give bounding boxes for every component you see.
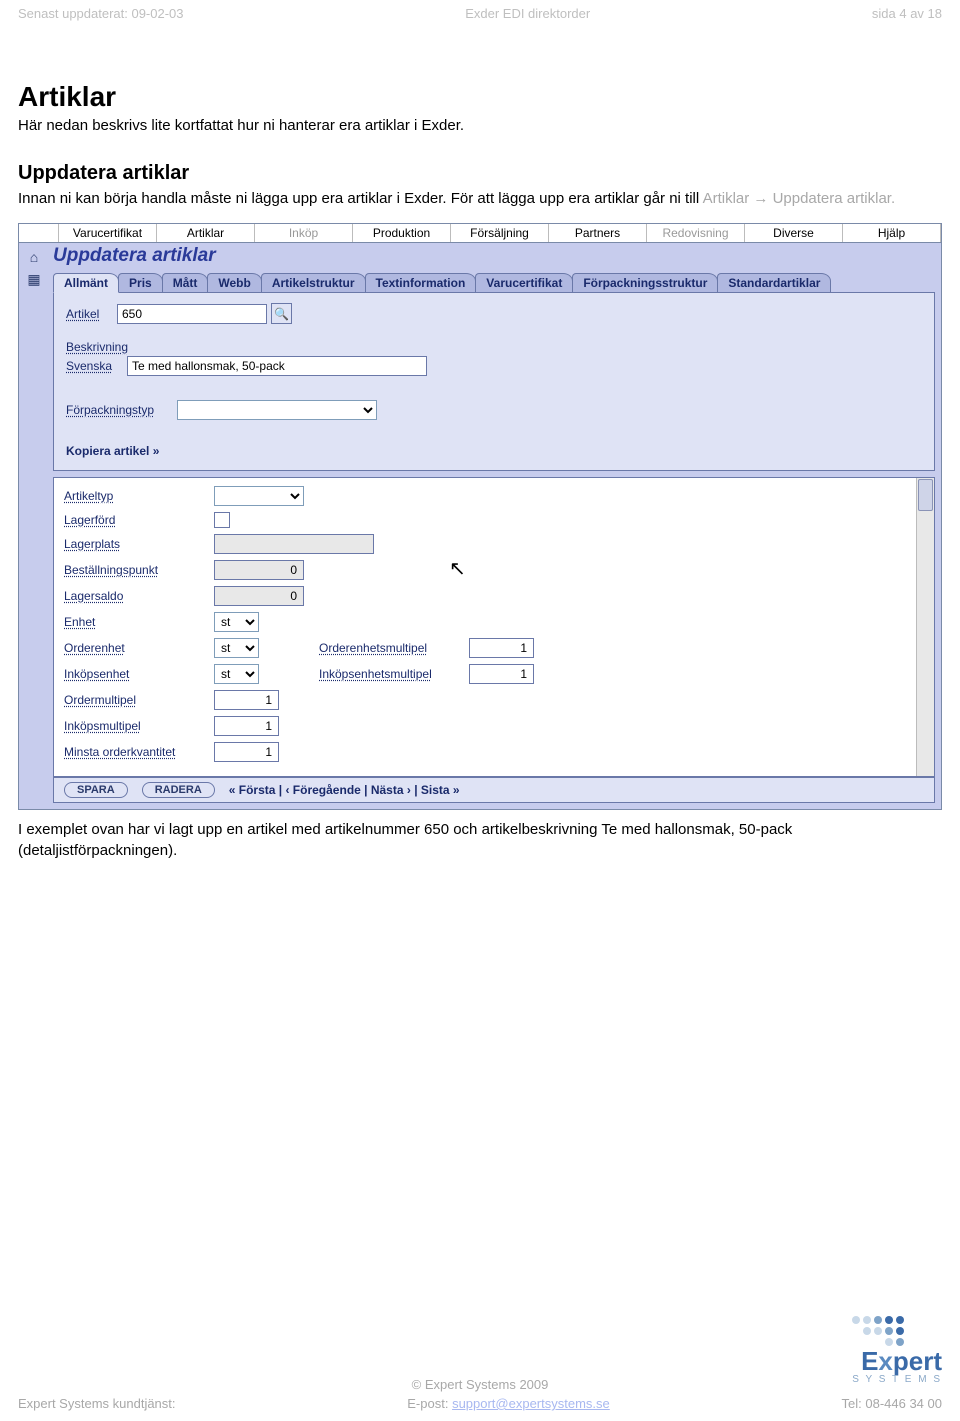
menu-hjalp[interactable]: Hjälp — [842, 224, 941, 242]
bottombar: SPARA RADERA « Första | ‹ Föregående | N… — [53, 777, 935, 803]
app-screenshot: Varucertifikat Artiklar Inköp Produktion… — [18, 223, 942, 810]
left-iconbar: ⌂ ▦ — [19, 243, 49, 809]
tab-webb[interactable]: Webb — [207, 273, 261, 293]
row-svenska: Svenska — [66, 356, 922, 376]
tab-artikelstruktur[interactable]: Artikelstruktur — [261, 273, 366, 293]
footer-center: E-post: support@expertsystems.se — [407, 1396, 610, 1411]
row-artikel: Artikel 🔍 — [66, 303, 922, 324]
header-center: Exder EDI direktorder — [465, 6, 590, 21]
lagerford-checkbox[interactable] — [214, 512, 230, 528]
expert-logo: Expert S Y S T E M S — [852, 1316, 942, 1385]
scrollbar[interactable] — [916, 478, 934, 776]
artikel-search-icon[interactable]: 🔍 — [271, 303, 292, 324]
footer-center-prefix: E-post: — [407, 1396, 452, 1411]
menu-artiklar[interactable]: Artiklar — [156, 224, 255, 242]
subpanel-fields: Artikeltyp Lagerförd Lagerplats Beställn… — [53, 477, 935, 777]
menu-redovisning: Redovisning — [646, 224, 745, 242]
logo-dots-icon — [852, 1316, 942, 1346]
orderenhetsmultipel-label: Orderenhetsmultipel — [319, 641, 469, 655]
footer-right: Tel: 08-446 34 00 — [842, 1396, 942, 1411]
tab-allmant[interactable]: Allmänt — [53, 273, 119, 293]
scrollbar-thumb[interactable] — [918, 479, 933, 511]
footer-left: Expert Systems kundtjänst: — [18, 1396, 176, 1411]
inkopsenhetsmultipel-field[interactable]: 1 — [469, 664, 534, 684]
enhet-label: Enhet — [64, 615, 214, 629]
menubar: Varucertifikat Artiklar Inköp Produktion… — [19, 224, 941, 243]
lagerplats-label: Lagerplats — [64, 537, 214, 551]
artikeltyp-select[interactable] — [214, 486, 304, 506]
tab-forpackningsstruktur[interactable]: Förpackningsstruktur — [572, 273, 718, 293]
tab-standardartiklar[interactable]: Standardartiklar — [717, 273, 831, 293]
menu-diverse[interactable]: Diverse — [744, 224, 843, 242]
menu-varucertifikat[interactable]: Varucertifikat — [58, 224, 157, 242]
artikeltyp-label: Artikeltyp — [64, 489, 214, 503]
footer: © Expert Systems 2009 Expert Systems kun… — [0, 1377, 960, 1415]
inkopsenhetsmultipel-label: Inköpsenhetsmultipel — [319, 667, 469, 681]
page-title: Artiklar — [18, 81, 942, 113]
radera-button[interactable]: RADERA — [142, 782, 215, 798]
forpackningstyp-select[interactable] — [177, 400, 377, 420]
pager[interactable]: « Första | ‹ Föregående | Nästa › | Sist… — [229, 783, 460, 797]
orderenhetsmultipel-field[interactable]: 1 — [469, 638, 534, 658]
tab-matt[interactable]: Mått — [162, 273, 209, 293]
svenska-input[interactable] — [127, 356, 427, 376]
menu-inkop: Inköp — [254, 224, 353, 242]
orderenhet-label: Orderenhet — [64, 641, 214, 655]
tab-varucertifikat[interactable]: Varucertifikat — [475, 273, 573, 293]
section-text-path: Artiklar → Uppdatera artiklar. — [703, 190, 896, 207]
lagersaldo-label: Lagersaldo — [64, 589, 214, 603]
row-forpackningstyp: Förpackningstyp — [66, 400, 922, 420]
app-body: ⌂ ▦ Uppdatera artiklar Allmänt Pris Mått… — [19, 243, 941, 809]
main-panel: Uppdatera artiklar Allmänt Pris Mått Web… — [49, 243, 941, 809]
cursor-icon: ↖ — [449, 556, 466, 581]
ordermultipel-field[interactable]: 1 — [214, 690, 279, 710]
spara-button[interactable]: SPARA — [64, 782, 128, 798]
bestallningspunkt-label: Beställningspunkt — [64, 563, 214, 577]
tab-pris[interactable]: Pris — [118, 273, 163, 293]
logo-text: Expert — [852, 1348, 942, 1374]
artikel-input[interactable] — [117, 304, 267, 324]
content: Artiklar Här nedan beskrivs lite kortfat… — [0, 21, 960, 861]
lagerford-label: Lagerförd — [64, 513, 214, 527]
minsta-orderkvantitet-field[interactable]: 1 — [214, 742, 279, 762]
menu-produktion[interactable]: Produktion — [352, 224, 451, 242]
menu-partners[interactable]: Partners — [548, 224, 647, 242]
section-title: Uppdatera artiklar — [18, 162, 942, 185]
footer-copyright: © Expert Systems 2009 — [0, 1377, 960, 1392]
grid-icon[interactable]: ▦ — [19, 271, 49, 288]
inkopsmultipel-field[interactable]: 1 — [214, 716, 279, 736]
bestallningspunkt-field[interactable]: 0 — [214, 560, 304, 580]
beskrivning-label: Beskrivning — [66, 340, 922, 354]
inkopsenhet-label: Inköpsenhet — [64, 667, 214, 681]
orderenhet-select[interactable]: st — [214, 638, 259, 658]
section-text: Innan ni kan börja handla måste ni lägga… — [18, 189, 942, 209]
intro-text: Här nedan beskrivs lite kortfattat hur n… — [18, 117, 942, 134]
panel-title: Uppdatera artiklar — [49, 243, 941, 273]
lagersaldo-field[interactable]: 0 — [214, 586, 304, 606]
tab-textinformation[interactable]: Textinformation — [365, 273, 477, 293]
footer-email-link[interactable]: support@expertsystems.se — [452, 1396, 610, 1411]
tabstrip: Allmänt Pris Mått Webb Artikelstruktur T… — [53, 273, 941, 293]
tab-content-allmant: Artikel 🔍 Beskrivning Svenska Förpacknin… — [53, 292, 935, 471]
forpackningstyp-label: Förpackningstyp — [66, 403, 171, 417]
menu-forsaljning[interactable]: Försäljning — [450, 224, 549, 242]
kopiera-artikel-link[interactable]: Kopiera artikel » — [66, 444, 922, 458]
home-icon[interactable]: ⌂ — [19, 249, 49, 265]
header-right: sida 4 av 18 — [872, 6, 942, 21]
inkopsenhet-select[interactable]: st — [214, 664, 259, 684]
svenska-label: Svenska — [66, 359, 121, 373]
artikel-label: Artikel — [66, 307, 111, 321]
section-text-part1: Innan ni kan börja handla måste ni lägga… — [18, 190, 703, 207]
lagerplats-field[interactable] — [214, 534, 374, 554]
header-left: Senast uppdaterat: 09-02-03 — [18, 6, 184, 21]
inkopsmultipel-label: Inköpsmultipel — [64, 719, 214, 733]
document-header: Senast uppdaterat: 09-02-03 Exder EDI di… — [0, 0, 960, 21]
minsta-orderkvantitet-label: Minsta orderkvantitet — [64, 745, 214, 759]
enhet-select[interactable]: st — [214, 612, 259, 632]
ordermultipel-label: Ordermultipel — [64, 693, 214, 707]
caption-text: I exemplet ovan har vi lagt upp en artik… — [18, 820, 942, 861]
